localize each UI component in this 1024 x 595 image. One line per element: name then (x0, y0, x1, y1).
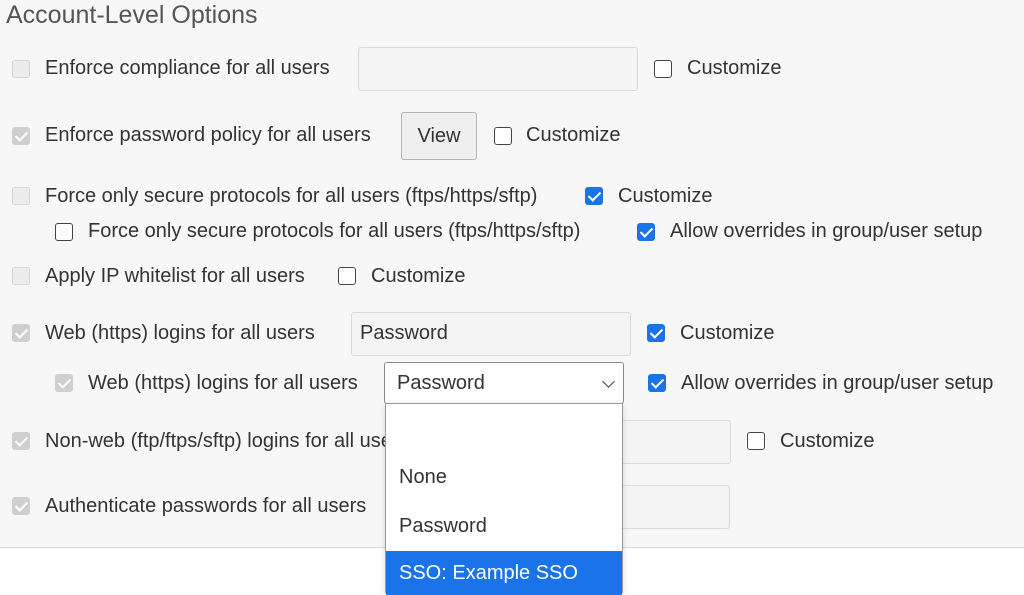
password-policy-customize-checkbox[interactable] (494, 127, 512, 145)
secure-protocols-label: Force only secure protocols for all user… (45, 185, 538, 207)
web-logins-select-value: Password (397, 372, 485, 394)
web-logins-override-checkbox[interactable] (648, 374, 666, 392)
compliance-customize-label: Customize (687, 57, 782, 79)
web-logins-dropdown-list: None Password SSO: Example SSO (385, 403, 623, 595)
web-logins-customize-label: Customize (680, 322, 775, 344)
chevron-down-icon (602, 375, 615, 388)
ip-whitelist-customize-label: Customize (371, 265, 466, 287)
authenticate-label: Authenticate passwords for all users (45, 495, 367, 517)
secure-protocols-checkbox[interactable] (12, 187, 30, 205)
secure-protocols-customize-label: Customize (618, 185, 713, 207)
nonweb-logins-customize-label: Customize (780, 430, 875, 452)
compliance-customize-checkbox[interactable] (654, 60, 672, 78)
web-logins-label: Web (https) logins for all users (45, 322, 315, 344)
secure-protocols-override-label: Allow overrides in group/user setup (670, 220, 983, 242)
password-policy-label: Enforce password policy for all users (45, 124, 371, 146)
web-logins-select[interactable]: Password (384, 362, 624, 404)
web-logins-customize-checkbox[interactable] (647, 324, 665, 342)
view-policy-button[interactable]: View (401, 112, 477, 160)
dropdown-option-blank[interactable] (386, 404, 622, 448)
ip-whitelist-customize-checkbox[interactable] (338, 267, 356, 285)
web-logins-override-label: Allow overrides in group/user setup (681, 372, 994, 394)
secure-protocols-sub-label: Force only secure protocols for all user… (88, 220, 581, 242)
secure-protocols-customize-checkbox[interactable] (585, 187, 603, 205)
compliance-field[interactable] (358, 47, 638, 91)
ip-whitelist-checkbox[interactable] (12, 267, 30, 285)
password-policy-customize-label: Customize (526, 124, 621, 146)
dropdown-option-sso[interactable]: SSO: Example SSO (386, 551, 622, 595)
nonweb-logins-label: Non-web (ftp/ftps/sftp) logins for all u… (45, 430, 409, 452)
secure-protocols-sub-checkbox[interactable] (55, 223, 73, 241)
password-policy-checkbox[interactable] (12, 127, 30, 145)
section-title: Account-Level Options (6, 1, 258, 29)
ip-whitelist-label: Apply IP whitelist for all users (45, 265, 305, 287)
web-logins-field[interactable]: Password (351, 312, 631, 356)
web-logins-sub-checkbox[interactable] (55, 374, 73, 392)
nonweb-logins-checkbox[interactable] (12, 432, 30, 450)
web-logins-sub-label: Web (https) logins for all users (88, 372, 358, 394)
compliance-checkbox[interactable] (12, 60, 30, 78)
web-logins-checkbox[interactable] (12, 324, 30, 342)
compliance-label: Enforce compliance for all users (45, 57, 330, 79)
secure-protocols-override-checkbox[interactable] (637, 223, 655, 241)
authenticate-checkbox[interactable] (12, 497, 30, 515)
nonweb-logins-customize-checkbox[interactable] (747, 432, 765, 450)
dropdown-option-password[interactable]: Password (386, 504, 622, 548)
dropdown-option-none[interactable]: None (386, 455, 622, 499)
